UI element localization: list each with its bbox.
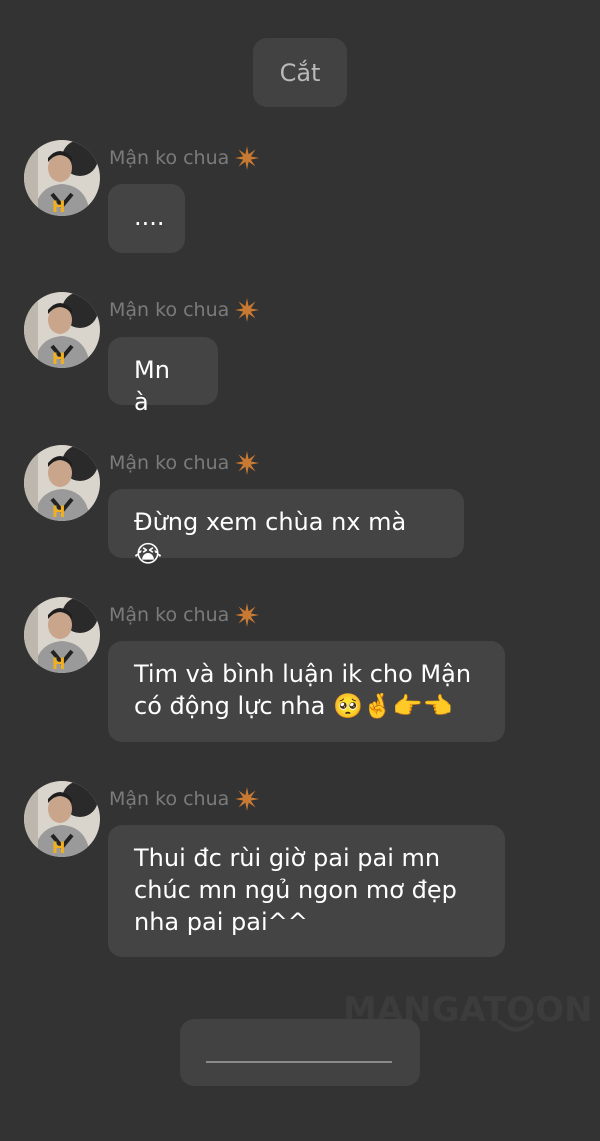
message-bubble[interactable]: Mn à bbox=[108, 337, 218, 416]
sender-name: Mận ko chua bbox=[109, 146, 260, 170]
message-text-line: Thui đc rùi giờ pai pai mn bbox=[134, 844, 441, 872]
cut-chip[interactable]: Cắt bbox=[253, 38, 347, 107]
avatar[interactable]: H bbox=[24, 781, 100, 857]
avatar[interactable]: H bbox=[24, 140, 100, 216]
sender-name-label: Mận ko chua bbox=[109, 451, 230, 474]
sender-name-label: Mận ko chua bbox=[109, 787, 230, 810]
message-bubble[interactable]: Tim và bình luận ik cho Mận có động lực … bbox=[108, 641, 505, 742]
message-text-line: nha pai pai^^ bbox=[134, 908, 308, 936]
message-text-line: Tim và bình luận ik cho Mận bbox=[134, 660, 472, 688]
svg-text:H: H bbox=[52, 502, 65, 521]
sender-name: Mận ko chua bbox=[109, 603, 260, 627]
message-bubble[interactable]: .... bbox=[108, 184, 185, 253]
star-burst-icon bbox=[235, 451, 260, 475]
sender-name: Mận ko chua bbox=[109, 451, 260, 475]
sender-name-label: Mận ko chua bbox=[109, 298, 230, 321]
avatar[interactable]: H bbox=[24, 445, 100, 521]
avatar[interactable]: H bbox=[24, 597, 100, 673]
input-underline bbox=[206, 1061, 392, 1063]
message-text-line: Mn à bbox=[134, 356, 170, 416]
avatar[interactable]: H bbox=[24, 292, 100, 368]
message-bubble[interactable]: Đừng xem chùa nx mà 😭 bbox=[108, 489, 464, 568]
message-text-line: có động lực nha 🥺🤞👉👈 bbox=[134, 692, 453, 720]
star-burst-icon bbox=[235, 603, 260, 627]
star-burst-icon bbox=[235, 298, 260, 322]
sender-name: Mận ko chua bbox=[109, 298, 260, 322]
text-input-box[interactable] bbox=[180, 1019, 420, 1086]
sender-name: Mận ko chua bbox=[109, 787, 260, 811]
star-burst-icon bbox=[235, 146, 260, 170]
sender-name-label: Mận ko chua bbox=[109, 603, 230, 626]
watermark-smile-icon bbox=[498, 1020, 534, 1032]
message-bubble[interactable]: Thui đc rùi giờ pai pai mn chúc mn ngủ n… bbox=[108, 825, 505, 957]
svg-text:H: H bbox=[52, 349, 65, 368]
svg-text:H: H bbox=[52, 197, 65, 216]
star-burst-icon bbox=[235, 787, 260, 811]
message-text-line: .... bbox=[134, 203, 165, 231]
message-text-line: chúc mn ngủ ngon mơ đẹp bbox=[134, 876, 457, 904]
message-text-line: Đừng xem chùa nx mà 😭 bbox=[134, 508, 407, 568]
sender-name-label: Mận ko chua bbox=[109, 146, 230, 169]
cut-chip-label: Cắt bbox=[279, 58, 321, 87]
svg-text:H: H bbox=[52, 838, 65, 857]
svg-text:H: H bbox=[52, 654, 65, 673]
